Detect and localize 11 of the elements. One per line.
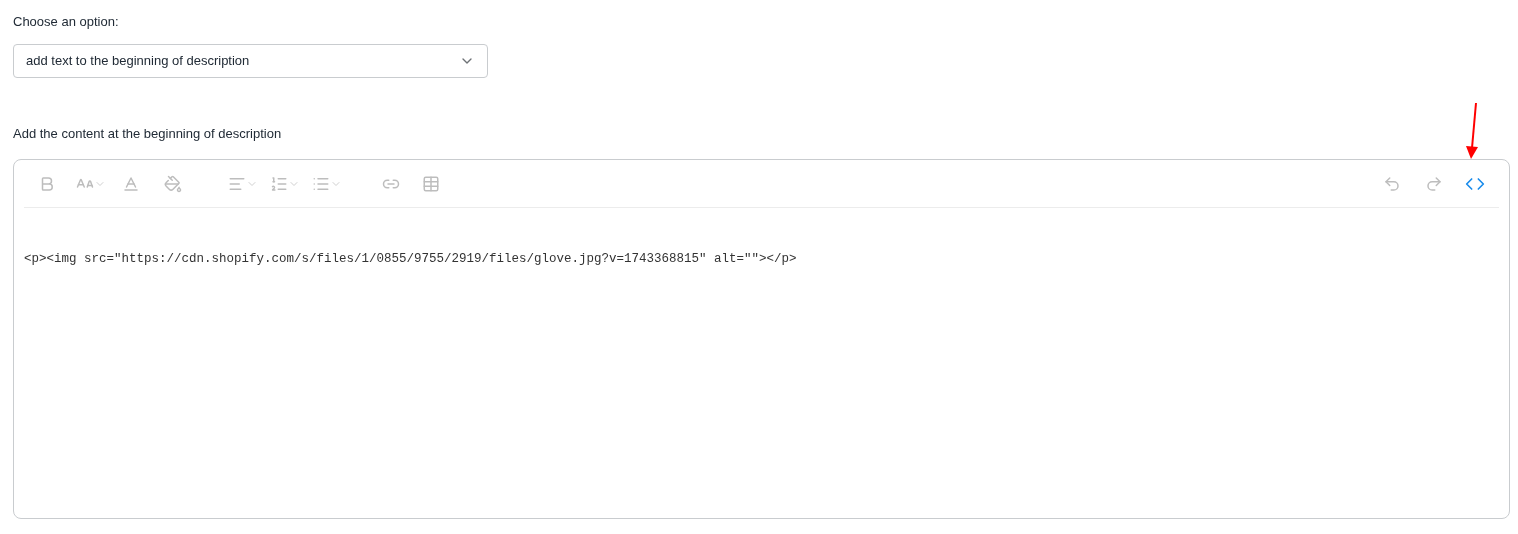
field-label: Add the content at the beginning of description: [13, 124, 283, 143]
html-code: <p><img src="https://cdn.shopify.com/s/files/1/0855/9755/2919/files/glove.jpg?v=1743368815" alt=""></p>: [24, 252, 797, 266]
table-icon[interactable]: [422, 174, 440, 193]
undo-icon[interactable]: [1383, 174, 1401, 193]
numbered-list-icon[interactable]: [270, 174, 288, 193]
field-label: Choose an option:: [13, 13, 120, 31]
option-select[interactable]: add text to the beginning of description: [13, 43, 488, 78]
paint-bucket-icon[interactable]: [164, 174, 182, 193]
arrow-annotation: [1464, 102, 1480, 160]
redo-icon[interactable]: [1425, 174, 1443, 193]
text-color-icon[interactable]: [122, 174, 140, 193]
